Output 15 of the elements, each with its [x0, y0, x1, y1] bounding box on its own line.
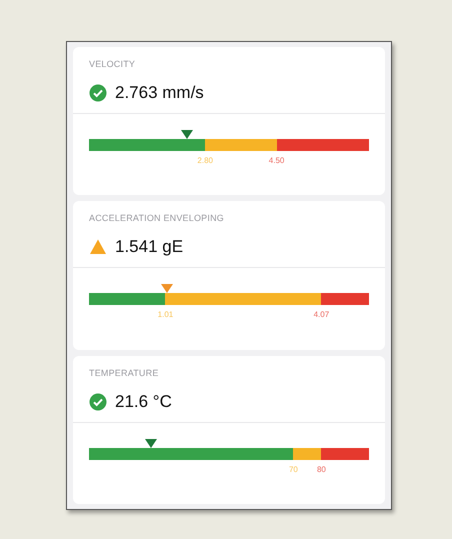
warning-triangle-icon [89, 238, 107, 256]
threshold-label: 70 [288, 464, 298, 474]
threshold-label: 4.50 [268, 156, 284, 165]
threshold-label: 1.01 [158, 310, 174, 320]
check-circle-icon [89, 84, 107, 102]
threshold-label: 80 [316, 464, 326, 474]
gauge-title: TEMPERATURE [88, 366, 160, 378]
gauge-title: VELOCITY [88, 58, 136, 69]
threshold-label: 4.07 [314, 310, 330, 320]
gauge-value: 2.763 mm/s [115, 83, 204, 103]
check-circle-icon [89, 392, 107, 411]
threshold-label: 2.80 [197, 156, 213, 165]
gauge-value: 1.541 gE [115, 237, 184, 258]
gauge-value: 21.6 °C [115, 392, 172, 412]
gauge-title: ACCELERATION ENVELOPING [88, 212, 225, 224]
